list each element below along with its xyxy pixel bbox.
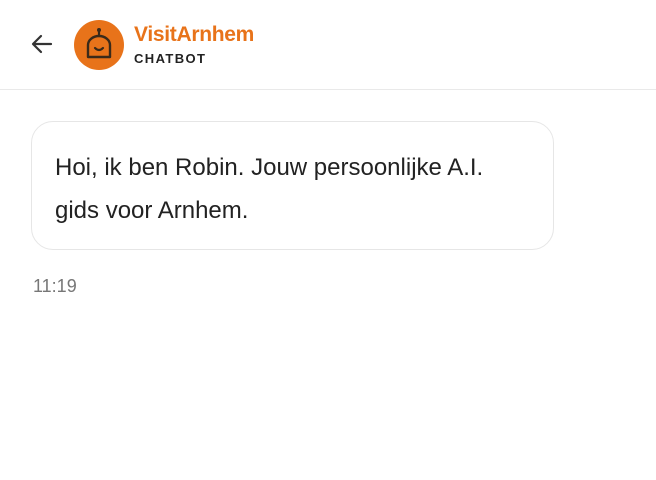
brand-subtitle: CHATBOT [134,51,207,66]
chat-header: VisitArnhem CHATBOT [0,0,656,90]
back-button[interactable] [26,28,58,60]
message-text: Hoi, ik ben Robin. Jouw persoonlijke A.I… [55,154,484,224]
brand-title: VisitArnhem [134,23,255,46]
message-timestamp: 11:19 [33,276,77,296]
bot-avatar [74,20,124,70]
robot-face-icon [86,28,112,59]
chat-window: VisitArnhem CHATBOT Hoi, ik ben Robin. J… [0,0,656,480]
bot-message-bubble: Hoi, ik ben Robin. Jouw persoonlijke A.I… [31,121,554,250]
arrow-left-icon [31,34,53,54]
brand: VisitArnhem CHATBOT [134,22,254,68]
